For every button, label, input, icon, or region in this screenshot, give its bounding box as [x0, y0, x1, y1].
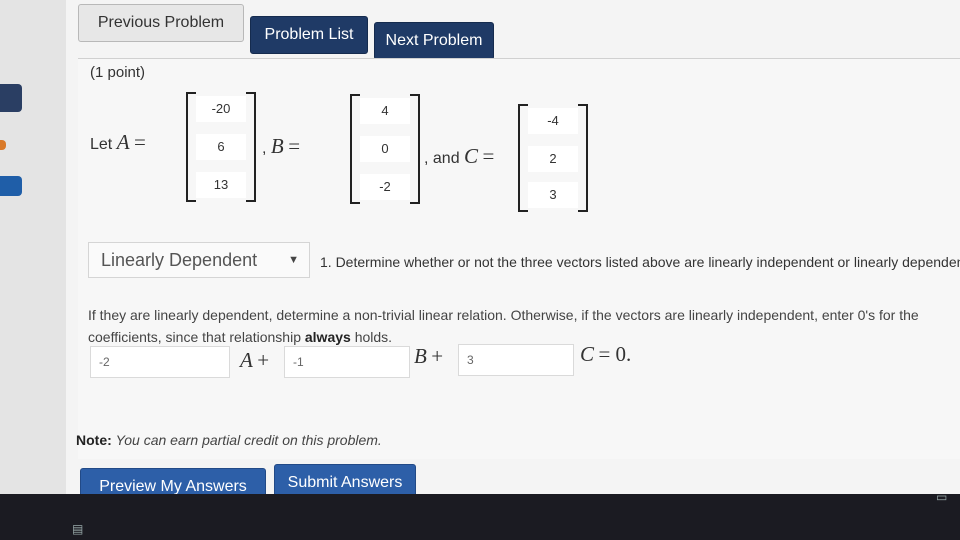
- matrix-c-entry: 2: [528, 146, 578, 172]
- matrix-b-entry: 4: [360, 98, 410, 124]
- matrix-a-entry: 6: [196, 134, 246, 160]
- matrix-a-entry: -20: [196, 96, 246, 122]
- var-c: C: [464, 144, 479, 168]
- equals-zero: = 0.: [598, 342, 632, 366]
- and-text: , and: [424, 150, 460, 167]
- sidebar-tab[interactable]: [0, 176, 22, 196]
- sidebar-marker: [0, 140, 6, 150]
- sidebar-tab[interactable]: [0, 84, 22, 112]
- a-plus-label: A +: [240, 348, 269, 373]
- instructions: If they are linearly dependent, determin…: [88, 304, 948, 348]
- var-a: A: [116, 130, 130, 154]
- caret-down-icon: ▼: [288, 254, 299, 266]
- b-plus-label: B +: [414, 344, 443, 369]
- instr-bold: always: [304, 329, 351, 345]
- matrix-b-entry: 0: [360, 136, 410, 162]
- matrix-bracket-left: [518, 104, 528, 212]
- coefficient-b-input[interactable]: -1: [284, 346, 410, 378]
- screen: Previous Problem Problem List Next Probl…: [0, 0, 960, 540]
- dependence-select[interactable]: Linearly Dependent ▼: [88, 242, 310, 278]
- comma: ,: [262, 140, 267, 157]
- matrix-b: 4 0 -2: [350, 94, 420, 204]
- c-equals-zero-label: C = 0.: [580, 342, 631, 367]
- matrix-c: -4 2 3: [518, 104, 588, 212]
- let-a-label: Let A =: [90, 130, 146, 155]
- selected-option: Linearly Dependent: [101, 250, 258, 270]
- coefficient-a-input[interactable]: -2: [90, 346, 230, 378]
- points-label: (1 point): [90, 64, 146, 81]
- var-b: B: [414, 344, 427, 368]
- battery-icon: ▭: [936, 490, 948, 504]
- note: Note: You can earn partial credit on thi…: [76, 432, 382, 448]
- let-text: Let: [90, 136, 113, 153]
- coefficient-c-input[interactable]: 3: [458, 344, 574, 376]
- instr-text: If they are linearly dependent, determin…: [88, 307, 919, 345]
- c-equals-label: , and C =: [424, 144, 494, 169]
- matrix-b-entry: -2: [360, 174, 410, 200]
- note-text: You can earn partial credit on this prob…: [115, 432, 382, 448]
- var-b: B: [270, 134, 284, 158]
- var-a: A: [240, 348, 253, 372]
- matrix-a: -20 6 13: [186, 92, 256, 202]
- plus-sign: +: [257, 348, 270, 372]
- matrix-c-entry: 3: [528, 182, 578, 208]
- equals-sign: =: [133, 130, 146, 154]
- matrix-bracket-right: [246, 92, 256, 202]
- plus-sign: +: [431, 344, 444, 368]
- matrix-bracket-right: [410, 94, 420, 204]
- equals-sign: =: [482, 144, 495, 168]
- document-icon[interactable]: ▤: [72, 522, 83, 536]
- matrix-bracket-right: [578, 104, 588, 212]
- taskbar: ▤ ▭: [0, 490, 960, 540]
- next-problem-button[interactable]: Next Problem: [374, 22, 494, 60]
- matrix-a-entry: 13: [196, 172, 246, 198]
- note-label: Note:: [76, 432, 112, 448]
- question-1-text: 1. Determine whether or not the three ve…: [320, 254, 960, 270]
- matrix-bracket-left: [186, 92, 196, 202]
- matrix-bracket-left: [350, 94, 360, 204]
- left-sidebar-strip: [0, 0, 66, 494]
- equals-sign: =: [288, 134, 301, 158]
- problem-list-button[interactable]: Problem List: [250, 16, 368, 54]
- b-equals-label: , B =: [262, 134, 300, 159]
- instr-end: holds.: [350, 329, 393, 345]
- var-c: C: [580, 342, 595, 366]
- previous-problem-button[interactable]: Previous Problem: [78, 4, 244, 42]
- matrix-c-entry: -4: [528, 108, 578, 134]
